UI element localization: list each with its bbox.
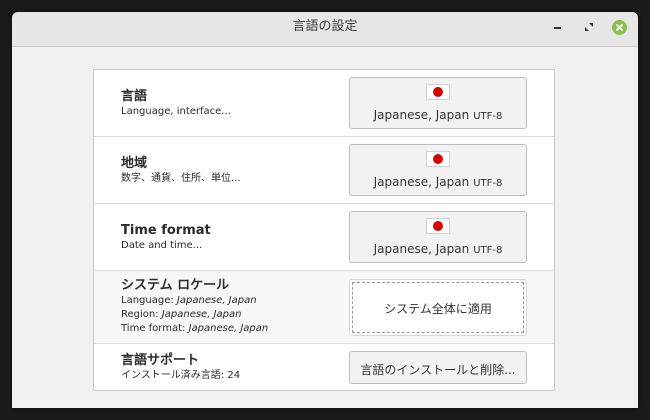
minimize-button[interactable] [549,18,567,36]
language-label-block: 言語 Language, interface... [121,89,231,119]
language-support-title: 言語サポート [121,353,200,368]
japan-flag-icon [426,218,450,234]
system-locale-title: システム ロケール [121,278,230,293]
system-locale-language: Language: Japanese, Japan [121,295,257,306]
system-locale-label-block: システム ロケール Language: Japanese, Japan Regi… [121,278,268,336]
japan-flag-icon [426,84,450,100]
region-value: Japanese, Japan [373,175,470,189]
language-value: Japanese, Japan [373,108,470,122]
time-format-value: Japanese, Japan [373,242,470,256]
close-button[interactable] [610,18,628,36]
language-subtitle: Language, interface... [121,106,231,117]
time-format-subtitle: Date and time... [121,240,203,251]
region-label-block: 地域 数字、通貨、住所、単位... [121,156,241,186]
minimize-icon [554,27,561,29]
language-encoding: UTF-8 [473,111,503,122]
title-bar[interactable]: 言語の設定 [12,12,638,47]
install-remove-languages-label: 言語のインストールと削除... [360,363,516,377]
settings-panel: 言語 Language, interface... Japanese, Japa… [93,69,555,391]
window-title: 言語の設定 [292,19,358,34]
time-format-select-button[interactable]: Japanese, Japan UTF-8 [349,211,527,263]
language-settings-window: 言語の設定 言語 Language, interface... Japanese… [12,12,638,408]
close-icon [611,19,627,35]
time-format-encoding: UTF-8 [473,245,503,256]
maximize-button[interactable] [580,18,598,36]
apply-system-wide-label: システム全体に適用 [384,302,492,316]
installed-languages-count: インストール済み言語: 24 [121,370,241,381]
apply-system-wide-button[interactable]: システム全体に適用 [349,279,527,336]
region-encoding: UTF-8 [473,178,503,189]
system-locale-region: Region: Japanese, Japan [121,309,242,320]
install-remove-languages-button[interactable]: 言語のインストールと削除... [349,351,527,384]
time-format-label-block: Time format Date and time... [121,223,211,253]
time-format-row: Time format Date and time... Japanese, J… [94,204,554,271]
system-locale-row: システム ロケール Language: Japanese, Japan Regi… [94,271,554,344]
language-select-button[interactable]: Japanese, Japan UTF-8 [349,77,527,129]
time-format-title: Time format [121,223,211,238]
region-select-button[interactable]: Japanese, Japan UTF-8 [349,144,527,196]
maximize-icon [585,23,593,31]
language-title: 言語 [121,89,148,104]
language-support-row: 言語サポート インストール済み言語: 24 言語のインストールと削除... [94,344,554,390]
japan-flag-icon [426,151,450,167]
region-subtitle: 数字、通貨、住所、単位... [121,173,241,184]
region-row: 地域 数字、通貨、住所、単位... Japanese, Japan UTF-8 [94,137,554,204]
language-row: 言語 Language, interface... Japanese, Japa… [94,70,554,137]
region-title: 地域 [121,156,148,171]
language-support-label-block: 言語サポート インストール済み言語: 24 [121,353,240,383]
system-locale-time-format: Time format: Japanese, Japan [121,323,269,334]
